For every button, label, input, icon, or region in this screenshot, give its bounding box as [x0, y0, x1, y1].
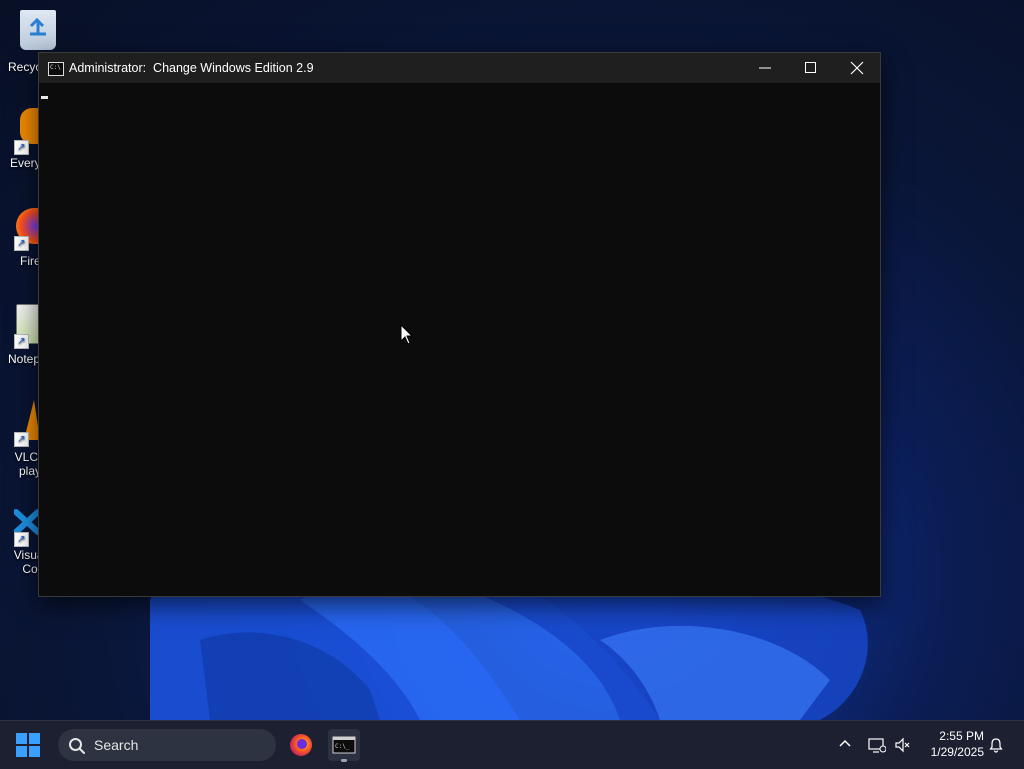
shortcut-arrow-icon: ↗ — [14, 432, 29, 447]
cmd-icon: C:\ — [48, 62, 64, 76]
maximize-icon — [805, 62, 816, 73]
recycle-bin-icon — [20, 10, 56, 50]
taskbar-clock[interactable]: 2:55 PM 1/29/2025 — [918, 728, 984, 760]
chevron-up-icon[interactable] — [838, 737, 852, 751]
volume-muted-icon[interactable] — [894, 737, 912, 753]
console-window[interactable]: C:\ Administrator: Change Windows Editio… — [38, 52, 881, 597]
taskbar-app-firefox[interactable] — [285, 729, 317, 761]
close-icon — [850, 61, 864, 75]
window-title: Administrator: Change Windows Edition 2.… — [69, 61, 314, 75]
maximize-button[interactable] — [788, 53, 834, 83]
active-app-indicator — [341, 759, 347, 762]
search-placeholder: Search — [94, 737, 139, 753]
window-titlebar[interactable]: C:\ Administrator: Change Windows Editio… — [39, 53, 880, 83]
taskbar: Search C:\_ 2:55 PM 1/29/2025 — [0, 720, 1024, 769]
network-icon[interactable] — [868, 737, 886, 753]
shortcut-arrow-icon: ↗ — [14, 140, 29, 155]
cmd-icon: C:\_ — [332, 736, 356, 754]
console-output-area[interactable] — [39, 83, 880, 596]
start-button[interactable] — [16, 733, 40, 757]
mouse-pointer-icon — [400, 324, 414, 345]
minimize-icon — [759, 67, 771, 69]
close-button[interactable] — [834, 53, 880, 83]
taskbar-app-command-prompt[interactable]: C:\_ — [328, 729, 360, 762]
firefox-icon — [290, 734, 312, 756]
minimize-button[interactable] — [742, 53, 788, 83]
shortcut-arrow-icon: ↗ — [14, 532, 29, 547]
shortcut-arrow-icon: ↗ — [14, 236, 29, 251]
clock-date: 1/29/2025 — [930, 745, 984, 759]
text-cursor — [41, 96, 48, 99]
windows-start-icon — [16, 733, 40, 757]
bell-icon[interactable] — [988, 737, 1004, 753]
shortcut-arrow-icon: ↗ — [14, 334, 29, 349]
search-icon — [69, 738, 85, 754]
clock-time: 2:55 PM — [939, 729, 984, 743]
svg-text:C:\_: C:\_ — [335, 743, 350, 750]
taskbar-search-box[interactable]: Search — [58, 729, 276, 761]
